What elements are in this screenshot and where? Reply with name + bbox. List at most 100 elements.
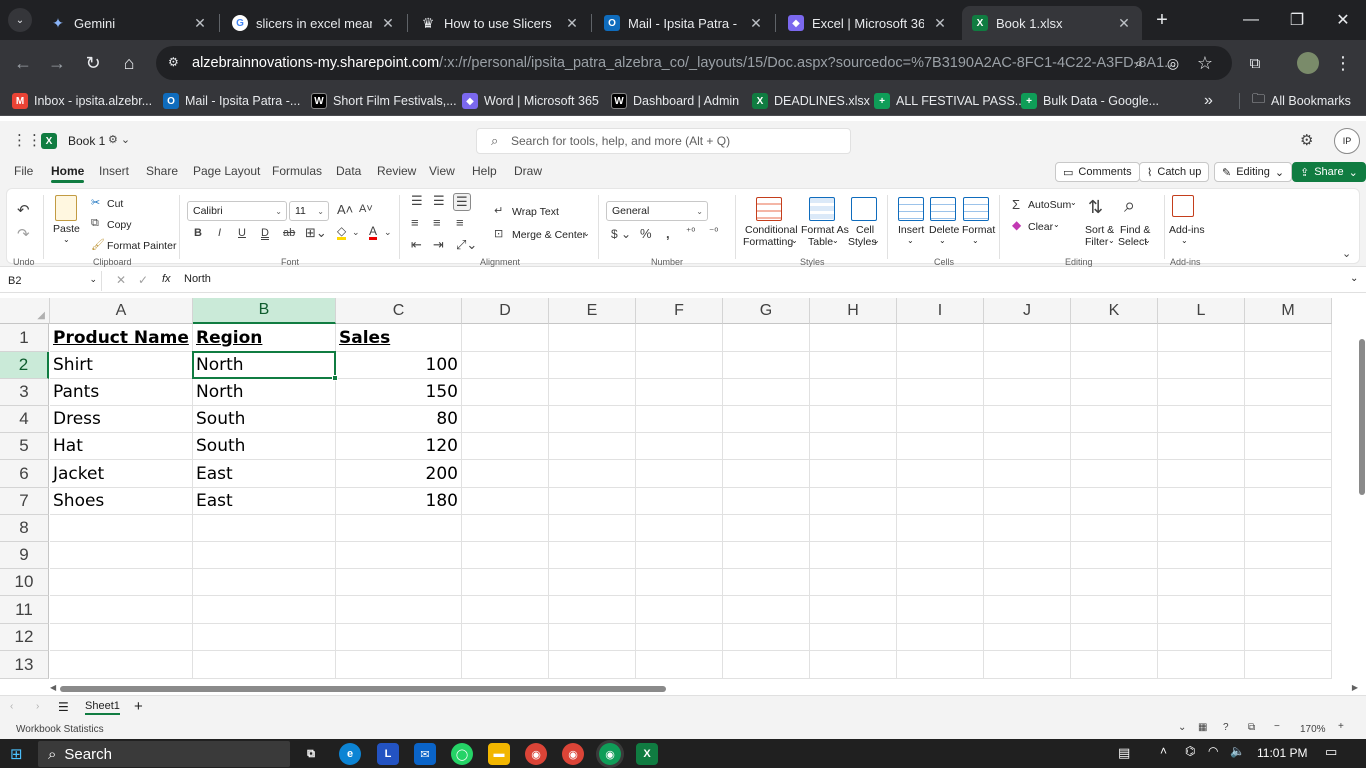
cell-f13[interactable] <box>636 651 723 679</box>
cell-i8[interactable] <box>897 515 984 542</box>
decrease-font-icon[interactable]: A˅ <box>359 203 373 215</box>
cut-button[interactable]: Cut <box>107 198 123 210</box>
cell-b8[interactable] <box>193 515 336 542</box>
row-header-3[interactable]: 3 <box>0 379 49 406</box>
row-header-6[interactable]: 6 <box>0 460 49 488</box>
row-header-13[interactable]: 13 <box>0 651 49 679</box>
cell-h5[interactable] <box>810 433 897 460</box>
cell-d8[interactable] <box>462 515 549 542</box>
decrease-decimal-icon[interactable]: ⁻⁰ <box>709 227 718 238</box>
redo-icon[interactable]: ↷ <box>17 225 30 243</box>
cell-i9[interactable] <box>897 542 984 569</box>
browser-tab-mail[interactable]: O Mail - Ipsita Patra - O ✕ <box>594 6 774 40</box>
cell-j7[interactable] <box>984 488 1071 515</box>
currency-icon[interactable]: $ ⌄ <box>611 227 631 241</box>
cell-h8[interactable] <box>810 515 897 542</box>
cell-f3[interactable] <box>636 379 723 406</box>
cell-i3[interactable] <box>897 379 984 406</box>
cell-e9[interactable] <box>549 542 636 569</box>
back-icon[interactable]: ← <box>10 50 36 76</box>
cell-g4[interactable] <box>723 406 810 433</box>
column-header-l[interactable]: L <box>1158 298 1245 324</box>
cell-b5[interactable]: South <box>193 433 336 460</box>
tray-overflow-icon[interactable]: ˄ <box>1160 744 1167 758</box>
whatsapp-icon[interactable]: ◯ <box>451 743 473 765</box>
windows-start-icon[interactable]: ⊞ <box>10 745 23 763</box>
cell-m12[interactable] <box>1245 624 1332 651</box>
prev-sheet-icon[interactable]: ‹ <box>10 701 13 712</box>
increase-decimal-icon[interactable]: ⁺⁰ <box>686 227 695 238</box>
url-field[interactable]: ⚙ alzebrainnovations-my.sharepoint.com/:… <box>156 46 1232 80</box>
expand-formula-bar-icon[interactable]: ⌄ <box>1350 273 1358 284</box>
taskbar-search-box[interactable]: ⌕ Search <box>38 741 290 767</box>
select-all-corner[interactable]: ◢ <box>0 298 50 324</box>
cell-c10[interactable] <box>336 569 462 596</box>
tab-data[interactable]: Data <box>336 164 361 178</box>
cell-d1[interactable] <box>462 324 549 352</box>
cell-d13[interactable] <box>462 651 549 679</box>
cell-g7[interactable] <box>723 488 810 515</box>
font-color-icon[interactable]: A <box>369 225 378 240</box>
cell-f12[interactable] <box>636 624 723 651</box>
decrease-indent-icon[interactable]: ⇤ <box>411 237 422 253</box>
cell-m7[interactable] <box>1245 488 1332 515</box>
align-middle-icon[interactable]: ☰ <box>433 193 445 209</box>
cell-k6[interactable] <box>1071 460 1158 488</box>
cell-i10[interactable] <box>897 569 984 596</box>
cell-i11[interactable] <box>897 596 984 624</box>
horizontal-scroll-thumb[interactable] <box>60 686 666 692</box>
cell-g13[interactable] <box>723 651 810 679</box>
cell-g9[interactable] <box>723 542 810 569</box>
row-header-7[interactable]: 7 <box>0 488 49 515</box>
tab-draw[interactable]: Draw <box>514 164 542 178</box>
bold-icon[interactable]: B <box>194 227 202 239</box>
cell-d9[interactable] <box>462 542 549 569</box>
zoom-in-icon[interactable]: + <box>1338 721 1344 732</box>
editing-mode-button[interactable]: ✎ Editing ⌄ <box>1214 162 1293 182</box>
cell-h10[interactable] <box>810 569 897 596</box>
chevron-down-icon[interactable]: ⌄ <box>1053 220 1060 229</box>
cell-j11[interactable] <box>984 596 1071 624</box>
cell-k8[interactable] <box>1071 515 1158 542</box>
new-tab-button[interactable]: + <box>1150 8 1174 32</box>
cell-f8[interactable] <box>636 515 723 542</box>
file-explorer-icon[interactable]: ▬ <box>488 743 510 765</box>
cell-k9[interactable] <box>1071 542 1158 569</box>
undo-icon[interactable]: ↶ <box>17 201 30 219</box>
cell-d11[interactable] <box>462 596 549 624</box>
cell-j3[interactable] <box>984 379 1071 406</box>
cell-j1[interactable] <box>984 324 1071 352</box>
cell-c1[interactable]: Sales <box>336 324 462 352</box>
cell-k12[interactable] <box>1071 624 1158 651</box>
cell-e7[interactable] <box>549 488 636 515</box>
cell-h3[interactable] <box>810 379 897 406</box>
bookmark-festival-pass[interactable]: + ALL FESTIVAL PASS... <box>874 92 1025 110</box>
cell-g12[interactable] <box>723 624 810 651</box>
cell-c9[interactable] <box>336 542 462 569</box>
copy-button[interactable]: Copy <box>107 219 132 231</box>
browser-tab-gemini[interactable]: ✦ Gemini ✕ <box>40 6 218 40</box>
cell-d3[interactable] <box>462 379 549 406</box>
cell-l9[interactable] <box>1158 542 1245 569</box>
column-header-h[interactable]: H <box>810 298 897 324</box>
cell-a10[interactable] <box>50 569 193 596</box>
cell-j9[interactable] <box>984 542 1071 569</box>
fill-color-icon[interactable]: ◇ <box>337 225 347 240</box>
cell-m5[interactable] <box>1245 433 1332 460</box>
user-avatar[interactable]: IP <box>1334 128 1360 154</box>
row-header-10[interactable]: 10 <box>0 569 49 596</box>
tab-home[interactable]: Home <box>51 164 85 183</box>
increase-indent-icon[interactable]: ⇥ <box>433 237 444 253</box>
cell-e4[interactable] <box>549 406 636 433</box>
cell-l1[interactable] <box>1158 324 1245 352</box>
eye-off-icon[interactable]: ◎ <box>1160 50 1186 76</box>
bookmarks-overflow-icon[interactable]: » <box>1204 92 1213 110</box>
cell-f4[interactable] <box>636 406 723 433</box>
restore-button[interactable]: ❐ <box>1274 0 1320 40</box>
cell-d6[interactable] <box>462 460 549 488</box>
cell-g10[interactable] <box>723 569 810 596</box>
cell-a5[interactable]: Hat <box>50 433 193 460</box>
cell-a8[interactable] <box>50 515 193 542</box>
cell-l3[interactable] <box>1158 379 1245 406</box>
row-header-11[interactable]: 11 <box>0 596 49 624</box>
